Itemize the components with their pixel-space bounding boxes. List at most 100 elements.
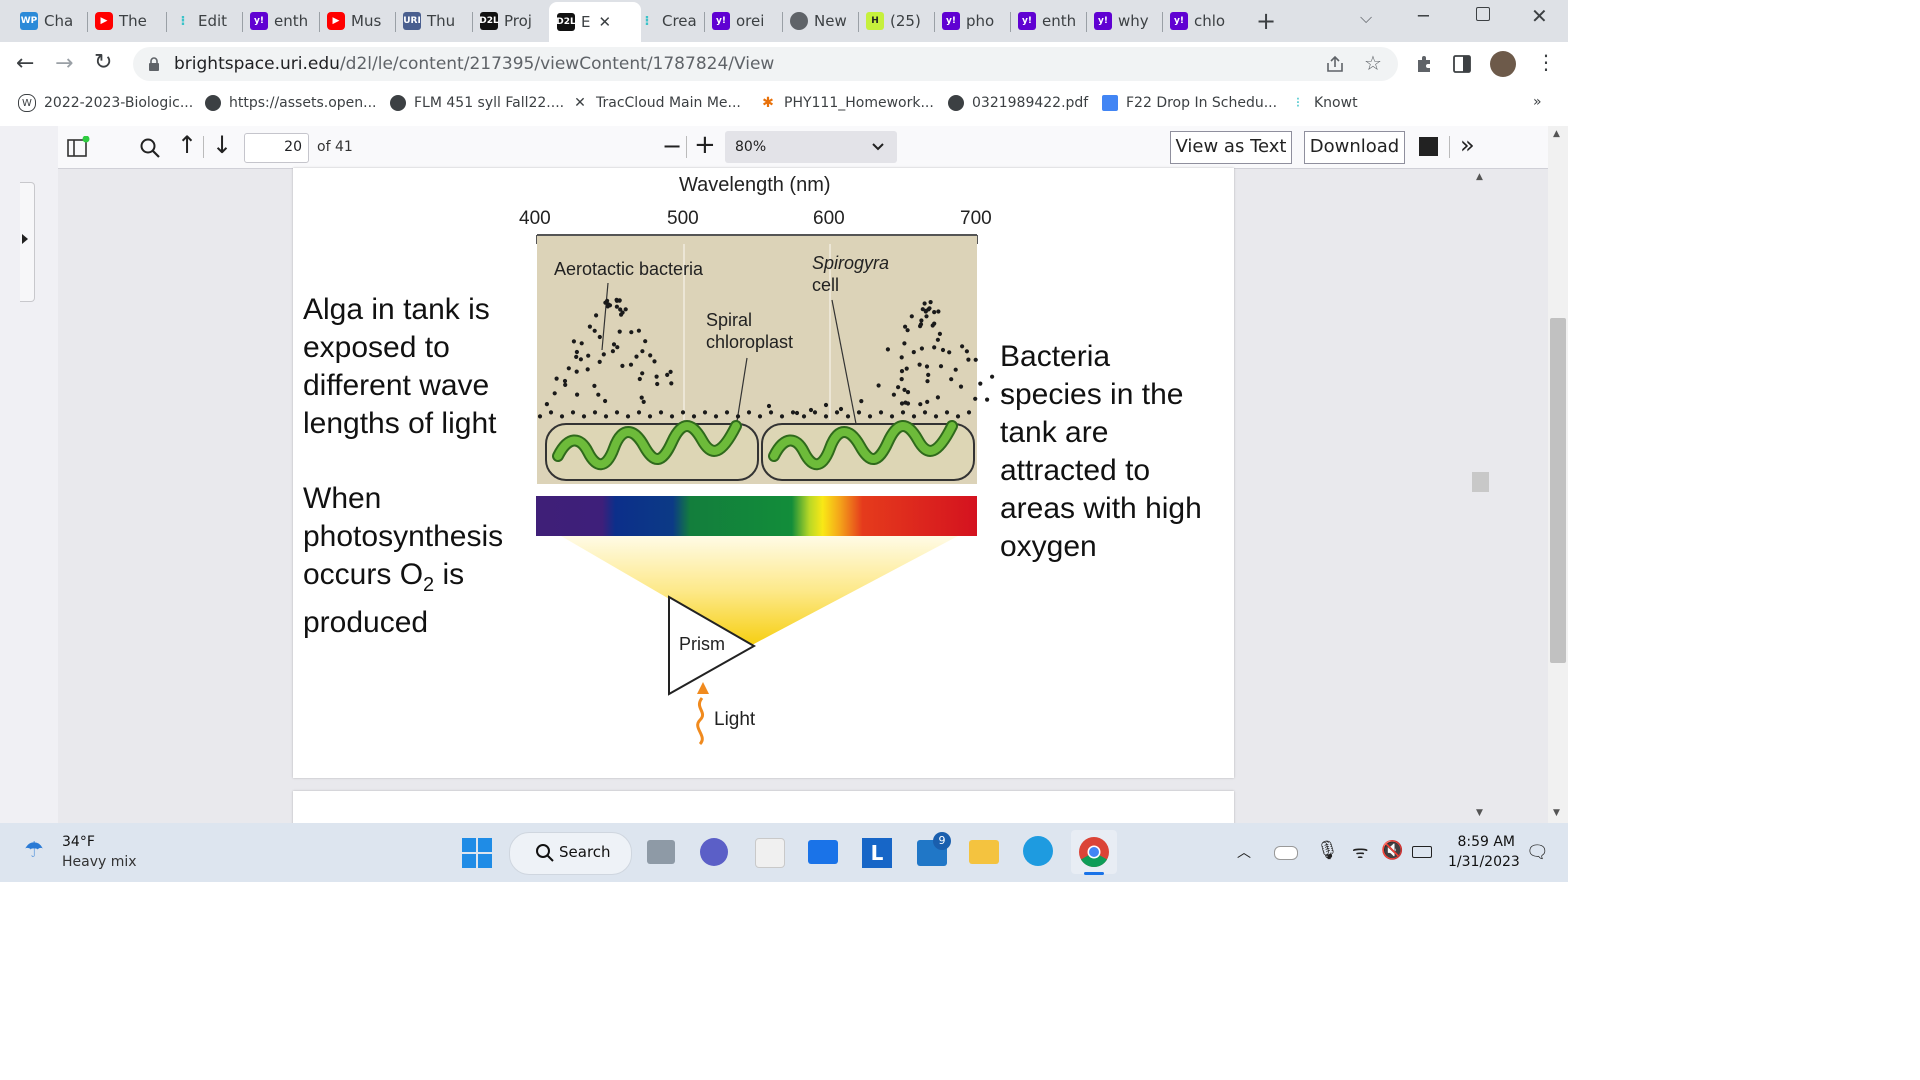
clock-time[interactable]: 8:59 AM: [1448, 834, 1515, 850]
weather-desc[interactable]: Heavy mix: [62, 854, 137, 870]
bacterium-dot: [574, 369, 579, 374]
note-line: occurs O2 is: [303, 556, 503, 604]
label-cell: cell: [812, 275, 840, 295]
bacterium-dot: [823, 402, 829, 408]
note-line: photosynthesis: [303, 520, 504, 553]
bacterium-dot: [867, 414, 873, 419]
clock-date[interactable]: 1/31/2023: [1448, 854, 1520, 870]
bacterium-dot: [766, 403, 772, 409]
bacterium-dot: [691, 414, 697, 419]
onedrive-cloud-icon[interactable]: [1274, 846, 1298, 860]
scroll-up-arrow-icon[interactable]: ▲: [1553, 129, 1560, 139]
edge-icon[interactable]: [1023, 836, 1053, 866]
label-spiral: Spiral: [706, 310, 753, 330]
bacterium-dot: [978, 381, 983, 386]
wifi-icon[interactable]: ᯤ: [1352, 840, 1368, 864]
tick-label-400: 400: [519, 208, 551, 229]
scroll-down-arrow-icon[interactable]: ▼: [1553, 808, 1560, 818]
bacterium-dot: [611, 342, 617, 347]
weather-umbrella-icon[interactable]: ☂: [24, 838, 44, 863]
bacterium-dot: [614, 298, 620, 303]
weather-temp[interactable]: 34°F: [62, 834, 95, 850]
mail-icon[interactable]: [808, 840, 838, 864]
bacterium-dot: [713, 414, 719, 419]
microphone-icon[interactable]: 🎙: [1316, 840, 1339, 861]
bacterium-dot: [905, 401, 911, 406]
viewer-scroll-up-arrow-icon[interactable]: ▲: [1476, 172, 1483, 182]
notifications-icon[interactable]: 🗨: [1526, 842, 1549, 863]
bacterium-dot: [648, 353, 653, 358]
bacterium-dot: [628, 362, 634, 367]
taskbar-search-icon: [536, 844, 554, 862]
bacterium-dot: [668, 369, 673, 374]
windows-start-icon[interactable]: [462, 838, 492, 868]
l-app-icon[interactable]: L: [862, 838, 892, 868]
bacterium-dot: [918, 324, 923, 329]
bacterium-dot: [924, 314, 929, 319]
bacterium-dot: [935, 395, 941, 400]
bacterium-dot: [823, 414, 829, 419]
teams-chat-icon[interactable]: [700, 838, 728, 866]
bacterium-dot: [746, 410, 752, 415]
bacterium-dot: [559, 414, 565, 419]
bacterium-dot: [918, 402, 923, 407]
bacterium-dot: [900, 410, 906, 415]
bacterium-dot: [636, 328, 642, 333]
chrome-icon: [1079, 837, 1109, 868]
bacterium-dot: [574, 349, 580, 355]
note-line: oxygen: [1000, 530, 1097, 563]
label-prism: Prism: [679, 634, 725, 654]
bacterium-dot: [571, 339, 577, 344]
bacterium-dot: [966, 357, 971, 362]
note-line: tank are: [1000, 416, 1109, 449]
bacterium-dot: [643, 339, 648, 344]
bacterium-dot: [619, 312, 624, 317]
bacterium-dot: [790, 410, 796, 415]
tray-chevron-up-icon[interactable]: ︿: [1237, 842, 1251, 862]
viewer-scrollbar-thumb[interactable]: [1472, 472, 1489, 492]
bacterium-dot: [924, 364, 930, 369]
bacterium-dot: [575, 392, 580, 397]
bacterium-dot: [925, 379, 930, 384]
note-line: attracted to: [1000, 454, 1151, 487]
notification-badge: 9: [933, 832, 951, 850]
battery-icon[interactable]: [1412, 846, 1432, 858]
note-line: areas with high: [1000, 492, 1202, 525]
note-bacteria-attracted: Bacteria species in the tank are attracted …: [1000, 338, 1202, 566]
bacterium-dot: [985, 397, 990, 402]
bacterium-dot: [808, 407, 814, 413]
bacterium-dot: [702, 410, 708, 415]
bacterium-dot: [779, 414, 785, 419]
bacterium-dot: [544, 402, 550, 407]
page-scrollbar-thumb[interactable]: [1550, 318, 1566, 663]
bacterium-dot: [990, 374, 995, 379]
file-explorer-icon[interactable]: [969, 840, 999, 864]
volume-muted-icon[interactable]: 🔇: [1381, 840, 1403, 861]
bacterium-dot: [859, 399, 864, 404]
bacterium-dot: [596, 392, 601, 397]
bacterium-dot: [891, 392, 897, 397]
bacterium-dot: [603, 300, 608, 305]
bacterium-dot: [620, 363, 625, 368]
bacterium-dot: [927, 306, 932, 311]
bacterium-dot: [911, 414, 917, 419]
viewer-scroll-down-arrow-icon[interactable]: ▼: [1476, 808, 1483, 818]
task-view-icon[interactable]: [647, 840, 675, 864]
bacterium-dot: [947, 350, 952, 355]
bacterium-dot: [885, 347, 891, 352]
bacterium-dot: [640, 349, 645, 354]
label-light: Light: [714, 709, 756, 730]
bacterium-dot: [636, 410, 642, 415]
note-line: Alga in tank is: [303, 293, 490, 326]
bacterium-dot: [949, 377, 954, 382]
label-chloroplast: chloroplast: [706, 332, 794, 352]
bacterium-dot: [597, 334, 602, 340]
bacterium-dot: [936, 309, 941, 314]
bacterium-dot: [926, 372, 931, 377]
note-line: lengths of light: [303, 407, 497, 440]
bacterium-dot: [899, 401, 905, 406]
bacterium-dot: [579, 341, 584, 346]
bacterium-dot: [944, 410, 950, 415]
microsoft-store-icon[interactable]: [755, 838, 785, 868]
bacterium-dot: [878, 410, 884, 415]
